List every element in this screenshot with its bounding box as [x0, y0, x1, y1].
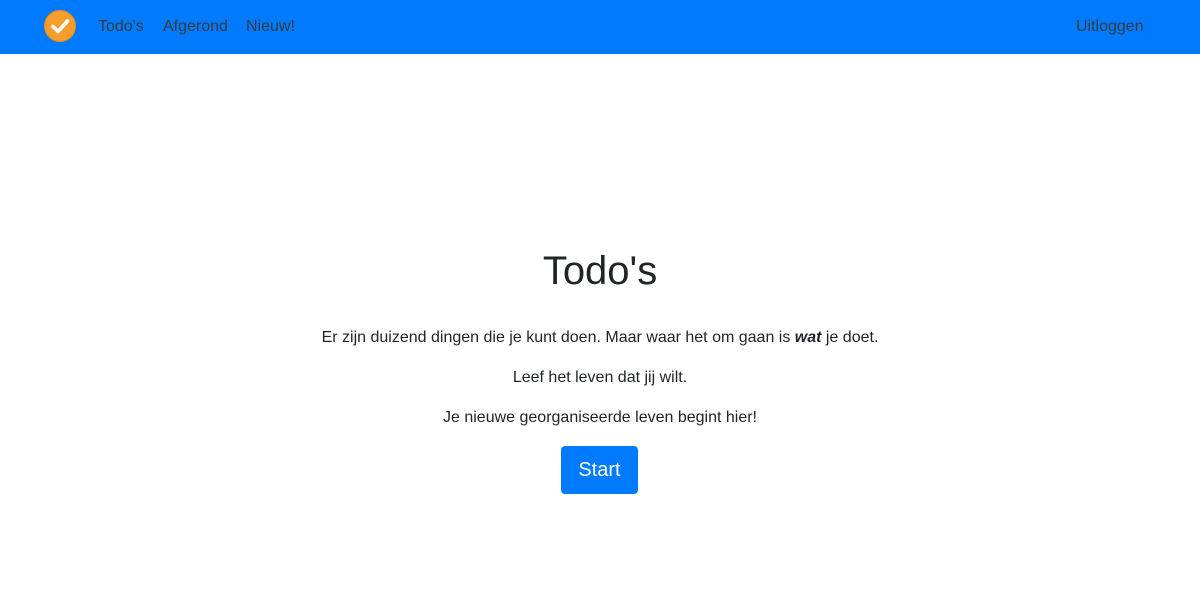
- hero-section: Todo's Er zijn duizend dingen die je kun…: [0, 54, 1200, 600]
- nav-link-todos[interactable]: Todo's: [98, 17, 144, 37]
- navbar: Todo's Afgerond Nieuw! Uitloggen: [0, 0, 1200, 54]
- start-button[interactable]: Start: [561, 446, 638, 494]
- hero-paragraph-2: Leef het leven dat jij wilt.: [512, 369, 688, 386]
- hero-text-after: je doet.: [821, 329, 879, 346]
- hero-text-emphasis: wat: [794, 329, 822, 346]
- hero-text-before: Er zijn duizend dingen die je kunt doen.…: [321, 329, 795, 346]
- page-title: Todo's: [542, 249, 658, 293]
- nav-link-afgerond[interactable]: Afgerond: [163, 17, 228, 37]
- hero-paragraph-3: Je nieuwe georganiseerde leven begint hi…: [443, 409, 757, 426]
- logout-link[interactable]: Uitloggen: [1076, 17, 1144, 37]
- hero-paragraph-1: Er zijn duizend dingen die je kunt doen.…: [0, 327, 1200, 349]
- check-circle-icon[interactable]: [44, 10, 76, 42]
- nav-link-nieuw[interactable]: Nieuw!: [246, 17, 295, 37]
